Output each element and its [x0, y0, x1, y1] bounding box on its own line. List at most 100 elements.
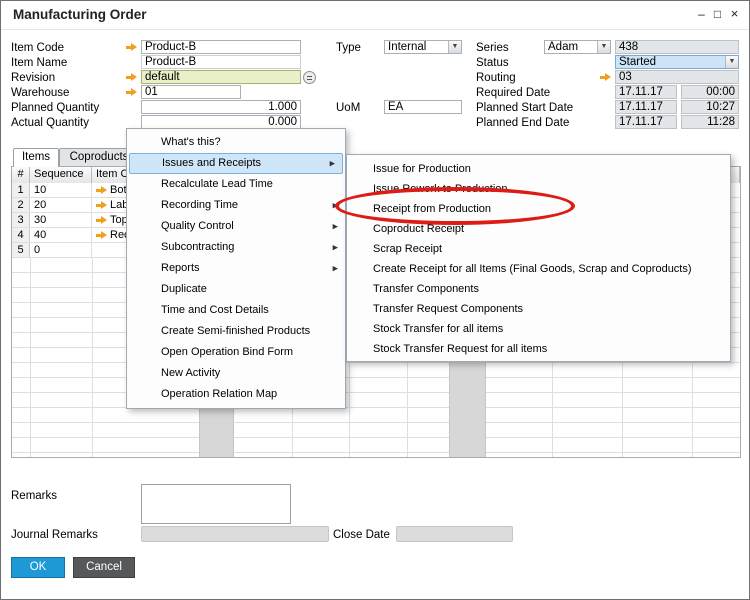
item-name-field[interactable]: Product-B	[141, 55, 301, 69]
submenu-arrow-icon: ▶	[332, 244, 338, 251]
routing-label: Routing	[476, 72, 516, 84]
menu-item-quality-control[interactable]: Quality Control ▶	[127, 216, 345, 237]
menu-item-new-activity[interactable]: New Activity	[127, 363, 345, 384]
submenu-item-stock-transfer-for-all-items[interactable]: Stock Transfer for all items	[347, 319, 730, 339]
submenu-item-create-receipt-for-all-items[interactable]: Create Receipt for all Items (Final Good…	[347, 259, 730, 279]
menu-item-label: Issues and Receipts	[162, 157, 262, 169]
row-sequence: 40	[30, 228, 92, 242]
row-sequence: 10	[30, 183, 92, 197]
minimize-icon[interactable]: –	[694, 6, 709, 22]
menu-item-label: Time and Cost Details	[161, 304, 269, 316]
planned-end-time-field[interactable]: 11:28	[681, 115, 739, 129]
menu-item-label: Open Operation Bind Form	[161, 346, 294, 358]
ok-button[interactable]: OK	[11, 557, 65, 578]
edit-icon[interactable]	[303, 71, 316, 84]
submenu-item-issue-for-production[interactable]: Issue for Production	[347, 159, 730, 179]
menu-item-recalculate-lead-time[interactable]: Recalculate Lead Time	[127, 174, 345, 195]
status-select[interactable]: Started ▼	[615, 55, 739, 69]
warehouse-field[interactable]: 01	[141, 85, 241, 99]
dropdown-arrow-icon[interactable]: ▼	[725, 56, 738, 68]
uom-field[interactable]: EA	[384, 100, 462, 114]
remarks-label: Remarks	[11, 490, 58, 502]
submenu-arrow-icon: ▶	[332, 223, 338, 230]
series-label: Series	[476, 42, 509, 54]
row-number: 2	[12, 198, 30, 212]
routing-link-arrow-icon[interactable]	[600, 73, 611, 81]
remarks-textarea[interactable]	[141, 484, 291, 524]
dropdown-arrow-icon[interactable]: ▼	[597, 41, 610, 53]
submenu-item-label: Transfer Request Components	[373, 303, 523, 315]
menu-item-recording-time[interactable]: Recording Time ▶	[127, 195, 345, 216]
item-code-field[interactable]: Product-B	[141, 40, 301, 54]
tab-items[interactable]: Items	[13, 148, 59, 167]
type-select[interactable]: Internal ▼	[384, 40, 462, 54]
window-title: Manufacturing Order	[13, 7, 147, 22]
menu-item-label: Reports	[161, 262, 200, 274]
menu-item-time-and-cost-details[interactable]: Time and Cost Details	[127, 300, 345, 321]
journal-remarks-field[interactable]	[141, 526, 329, 542]
menu-item-create-semi-finished-products[interactable]: Create Semi-finished Products	[127, 321, 345, 342]
revision-field[interactable]: default	[141, 70, 301, 84]
menu-item-label: Operation Relation Map	[161, 388, 278, 400]
actual-quantity-label: Actual Quantity	[11, 117, 89, 129]
submenu-item-scrap-receipt[interactable]: Scrap Receipt	[347, 239, 730, 259]
link-arrow-icon[interactable]	[96, 201, 107, 210]
warehouse-link-arrow-icon[interactable]	[126, 88, 137, 96]
row-item-label: Bot	[110, 184, 127, 196]
row-sequence: 0	[30, 243, 92, 257]
type-label: Type	[336, 42, 361, 54]
routing-field[interactable]: 03	[615, 70, 739, 84]
item-code-label: Item Code	[11, 42, 65, 54]
planned-quantity-field[interactable]: 1.000	[141, 100, 301, 114]
link-arrow-icon[interactable]	[96, 231, 107, 240]
menu-item-whats-this[interactable]: What's this?	[127, 132, 345, 153]
menu-item-issues-and-receipts[interactable]: Issues and Receipts ▶	[129, 153, 343, 174]
revision-link-arrow-icon[interactable]	[126, 73, 137, 81]
close-date-field[interactable]	[396, 526, 513, 542]
required-date-field[interactable]: 17.11.17	[615, 85, 677, 99]
menu-item-operation-relation-map[interactable]: Operation Relation Map	[127, 384, 345, 405]
row-number: 1	[12, 183, 30, 197]
required-time-field[interactable]: 00:00	[681, 85, 739, 99]
menu-item-label: Duplicate	[161, 283, 207, 295]
menu-item-label: New Activity	[161, 367, 221, 379]
menu-item-label: Create Semi-finished Products	[161, 325, 311, 337]
submenu-item-label: Create Receipt for all Items (Final Good…	[373, 263, 692, 275]
row-sequence: 20	[30, 198, 92, 212]
menu-item-subcontracting[interactable]: Subcontracting ▶	[127, 237, 345, 258]
menu-item-label: What's this?	[161, 136, 221, 148]
col-header-sequence[interactable]: Sequence	[30, 167, 92, 183]
menu-item-duplicate[interactable]: Duplicate	[127, 279, 345, 300]
link-arrow-icon[interactable]	[96, 186, 107, 195]
required-date-label: Required Date	[476, 87, 551, 99]
context-menu: What's this? Issues and Receipts ▶ Recal…	[126, 128, 346, 409]
submenu-item-stock-transfer-request-for-all-items[interactable]: Stock Transfer Request for all items	[347, 339, 730, 359]
planned-end-date-field[interactable]: 17.11.17	[615, 115, 677, 129]
menu-item-reports[interactable]: Reports ▶	[127, 258, 345, 279]
row-number: 5	[12, 243, 30, 257]
menu-item-open-operation-bind-form[interactable]: Open Operation Bind Form	[127, 342, 345, 363]
red-ellipse-annotation	[335, 187, 575, 225]
planned-start-date-field[interactable]: 17.11.17	[615, 100, 677, 114]
close-icon[interactable]: ×	[727, 6, 742, 22]
submenu-item-transfer-components[interactable]: Transfer Components	[347, 279, 730, 299]
uom-label: UoM	[336, 102, 361, 114]
link-arrow-icon[interactable]	[96, 216, 107, 225]
item-code-link-arrow-icon[interactable]	[126, 43, 137, 51]
dropdown-arrow-icon[interactable]: ▼	[448, 41, 461, 53]
planned-start-time-field[interactable]: 10:27	[681, 100, 739, 114]
menu-item-label: Recording Time	[161, 199, 239, 211]
row-sequence: 30	[30, 213, 92, 227]
submenu-item-label: Transfer Components	[373, 283, 479, 295]
status-value: Started	[619, 56, 657, 68]
type-value: Internal	[388, 41, 427, 53]
actual-quantity-field[interactable]: 0.000	[141, 115, 301, 129]
submenu-item-transfer-request-components[interactable]: Transfer Request Components	[347, 299, 730, 319]
status-label: Status	[476, 57, 509, 69]
col-header-number[interactable]: #	[12, 167, 30, 183]
series-select[interactable]: Adam ▼	[544, 40, 611, 54]
maximize-icon[interactable]: □	[710, 6, 725, 22]
cancel-button[interactable]: Cancel	[73, 557, 135, 578]
menu-item-label: Subcontracting	[161, 241, 235, 253]
planned-end-date-label: Planned End Date	[476, 117, 570, 129]
